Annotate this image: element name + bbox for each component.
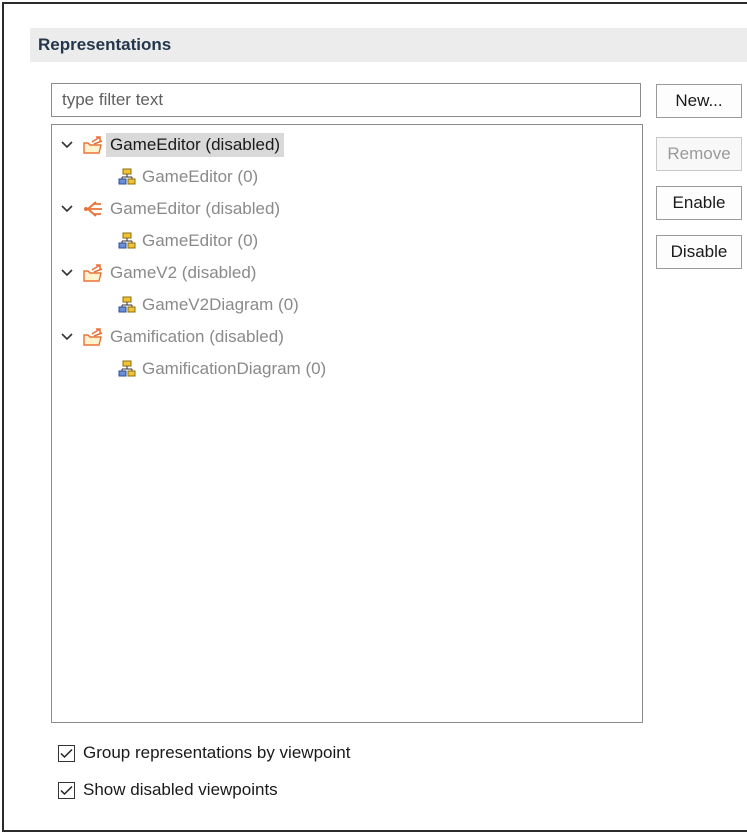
filter-input[interactable] [51, 83, 641, 117]
folder-viewpoint-icon [82, 135, 104, 155]
tree-item-label: GameEditor (disabled) [110, 199, 281, 218]
tree-item-child-gamificationdiagram[interactable]: GamificationDiagram (0) [118, 354, 326, 384]
diagram-icon [118, 296, 136, 314]
tree-item-gamev2[interactable]: GameV2 (disabled) [58, 258, 256, 288]
group-by-viewpoint-option[interactable]: Group representations by viewpoint [58, 741, 350, 765]
chevron-down-icon[interactable] [58, 136, 76, 154]
chevron-down-icon[interactable] [58, 200, 76, 218]
show-disabled-label: Show disabled viewpoints [83, 780, 278, 799]
arrow-viewpoint-icon [82, 199, 104, 219]
tree-item-child-gamev2diagram[interactable]: GameV2Diagram (0) [118, 290, 299, 320]
tree-item-label: GameEditor (0) [142, 231, 259, 250]
tree-item-label: Gamification (disabled) [110, 327, 284, 346]
tree-item-child-gameeditor-2[interactable]: GameEditor (0) [118, 226, 258, 256]
section-header: Representations [30, 28, 747, 62]
show-disabled-option[interactable]: Show disabled viewpoints [58, 778, 278, 802]
diagram-icon [118, 360, 136, 378]
group-by-viewpoint-checkbox[interactable] [58, 744, 75, 762]
tree-item-label: GameEditor (disabled) [106, 133, 285, 157]
tree-item-label: GameV2 (disabled) [110, 263, 257, 282]
show-disabled-checkbox[interactable] [58, 781, 75, 799]
diagram-icon [118, 232, 136, 250]
chevron-down-icon[interactable] [58, 328, 76, 346]
folder-viewpoint-icon [82, 263, 104, 283]
tree-item-gamification[interactable]: Gamification (disabled) [58, 322, 284, 352]
tree-item-label: GamificationDiagram (0) [142, 359, 327, 378]
section-title: Representations [38, 35, 172, 54]
tree-item-label: GameEditor (0) [142, 167, 259, 186]
new-button[interactable]: New... [656, 84, 742, 118]
tree-item-gameeditor-1[interactable]: GameEditor (disabled) [58, 130, 285, 160]
chevron-down-icon[interactable] [58, 264, 76, 282]
remove-button[interactable]: Remove [656, 137, 742, 171]
enable-button[interactable]: Enable [656, 186, 742, 220]
tree-item-child-gameeditor-1[interactable]: GameEditor (0) [118, 162, 258, 192]
tree-item-label: GameV2Diagram (0) [142, 295, 299, 314]
folder-viewpoint-icon [82, 327, 104, 347]
tree-item-gameeditor-2[interactable]: GameEditor (disabled) [58, 194, 280, 224]
diagram-icon [118, 168, 136, 186]
disable-button[interactable]: Disable [656, 235, 742, 269]
representations-tree[interactable]: GameEditor (disabled) GameEditor (0) Gam… [51, 124, 643, 723]
group-by-viewpoint-label: Group representations by viewpoint [83, 743, 351, 762]
